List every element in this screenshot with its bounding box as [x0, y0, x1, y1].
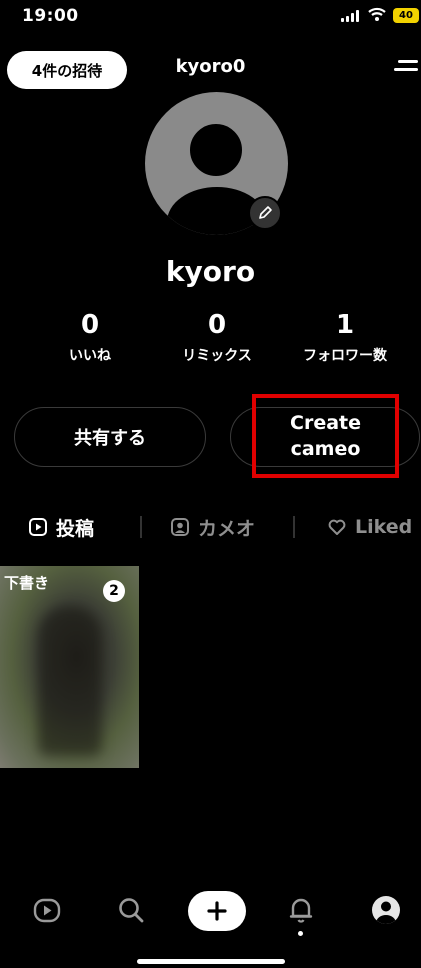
wifi-icon	[368, 7, 386, 21]
tab-posts[interactable]: 投稿	[28, 512, 94, 542]
tab-divider	[140, 516, 142, 538]
stat-remixes[interactable]: 0 リミックス	[147, 310, 287, 365]
avatar-head-shape	[190, 124, 242, 176]
drafts-label: 下書き	[4, 574, 50, 592]
tab-posts-label: 投稿	[56, 517, 95, 540]
portrait-icon	[171, 518, 189, 536]
stat-value: 0	[207, 310, 227, 340]
drafts-tile[interactable]: 下書き 2	[0, 566, 139, 768]
bell-icon	[289, 898, 313, 923]
play-square-icon	[29, 518, 47, 536]
create-cameo-label[interactable]: Create cameo	[252, 394, 399, 478]
display-name: kyoro	[165, 255, 256, 288]
profile-icon	[372, 896, 400, 924]
plus-icon	[207, 901, 227, 921]
stat-label: リミックス	[182, 348, 252, 364]
status-bar: 19:00 40	[0, 0, 421, 34]
signal-icon	[341, 10, 361, 22]
nav-feed[interactable]	[27, 890, 67, 930]
tab-cameo-label: カメオ	[198, 517, 256, 540]
status-time: 19:00	[22, 6, 79, 26]
draft-thumbnail	[38, 606, 102, 756]
stat-label: いいね	[69, 348, 111, 364]
nav-search[interactable]	[111, 890, 151, 930]
heart-icon	[328, 519, 346, 535]
battery-icon: 40	[393, 8, 419, 23]
notification-dot	[298, 931, 303, 936]
nav-profile[interactable]	[366, 890, 406, 930]
username: kyoro0	[175, 56, 246, 77]
share-button[interactable]: 共有する	[14, 407, 206, 467]
stat-value: 1	[335, 310, 355, 340]
stat-likes[interactable]: 0 いいね	[20, 310, 160, 365]
pencil-icon	[259, 206, 272, 219]
feed-icon	[33, 898, 61, 923]
tab-liked[interactable]: Liked	[327, 512, 412, 542]
tab-liked-label: Liked	[355, 516, 413, 538]
stat-label: フォロワー数	[303, 348, 387, 364]
home-indicator	[137, 959, 285, 964]
nav-create-button[interactable]	[188, 891, 246, 931]
drafts-count-badge: 2	[103, 580, 125, 602]
edit-avatar-button[interactable]	[248, 196, 282, 230]
nav-notifications[interactable]	[281, 890, 321, 930]
menu-icon[interactable]	[394, 58, 418, 78]
stat-followers[interactable]: 1 フォロワー数	[275, 310, 415, 365]
stat-value: 0	[80, 310, 100, 340]
search-icon	[119, 898, 144, 923]
tab-divider	[293, 516, 295, 538]
tab-cameo[interactable]: カメオ	[170, 512, 255, 542]
